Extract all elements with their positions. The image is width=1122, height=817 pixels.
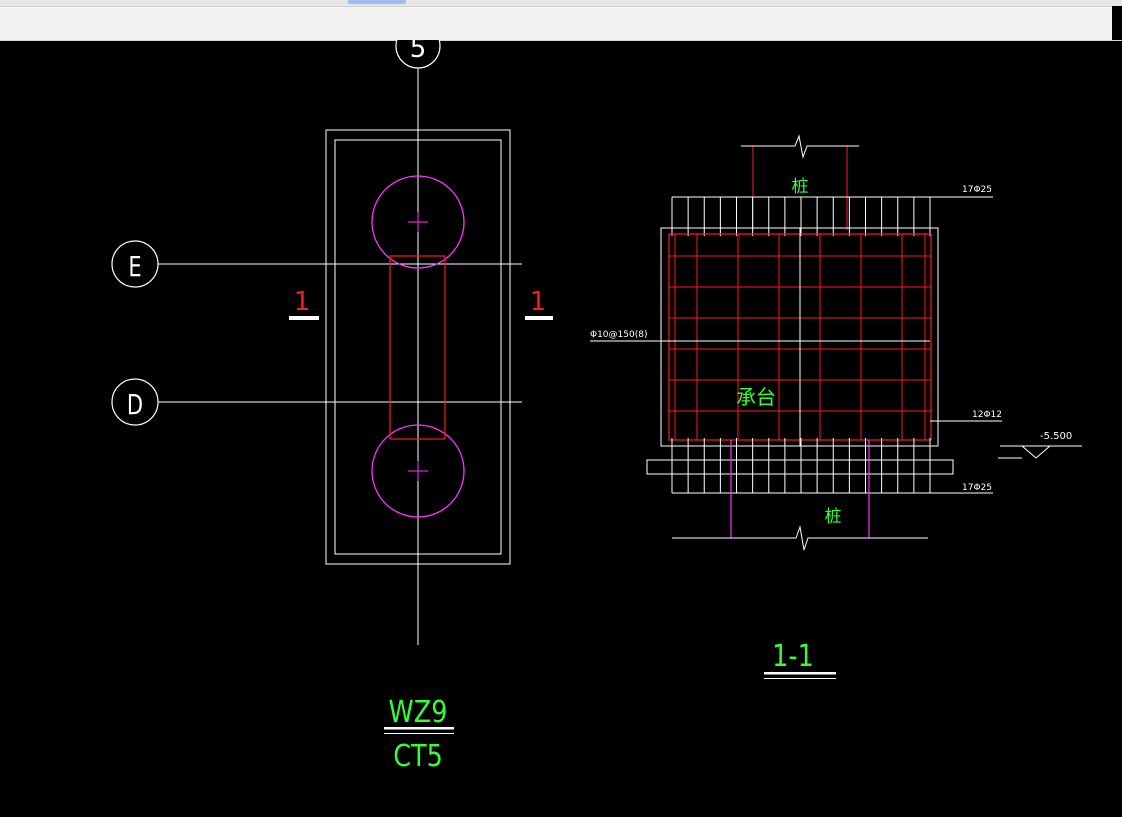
section-mark-left-label: 1 <box>294 287 311 317</box>
section-mark-left-bar <box>289 316 319 320</box>
cap-label: 承台 <box>736 385 776 409</box>
grid-label-e: E <box>128 250 141 283</box>
pile-top-label: 桩 <box>792 177 809 197</box>
grid-label-5: 5 <box>410 40 427 64</box>
plan-title-bottom: CT5 <box>393 738 443 774</box>
plan-title-underline-2 <box>384 733 454 734</box>
section-title: 1-1 <box>772 638 814 674</box>
break-line-bottom <box>672 525 928 551</box>
pile-bottom-label: 桩 <box>825 507 842 527</box>
tab-strip <box>0 0 1122 7</box>
elevation-triangle-icon <box>1020 445 1052 459</box>
grid-label-d: D <box>127 388 143 421</box>
side-bars-label: 12Φ12 <box>972 410 1002 420</box>
drawing-edge <box>1112 6 1122 40</box>
break-line-top <box>741 134 859 159</box>
cad-drawing-canvas[interactable]: 5 E D 1 1 WZ9 CT5 桩 桩 承台 17Φ25 Φ10@150(8… <box>0 40 1122 817</box>
top-dowel-bars <box>671 197 931 236</box>
elevation-label: -5.500 <box>1040 431 1072 442</box>
app-toolbar <box>0 0 1122 41</box>
bottom-bars-label: 17Φ25 <box>962 483 992 493</box>
plan-title-top: WZ9 <box>389 694 448 730</box>
section-title-underline-2 <box>764 678 836 679</box>
section-mark-right-bar <box>525 316 553 320</box>
stirrup-label: Φ10@150(8) <box>590 330 647 340</box>
plan-title-underline-1 <box>384 727 454 730</box>
section-title-underline-1 <box>764 672 836 675</box>
top-bars-label: 17Φ25 <box>962 185 992 195</box>
plan-view: 5 E D 1 1 WZ9 CT5 <box>111 40 553 774</box>
section-view: 桩 桩 承台 17Φ25 Φ10@150(8) 12Φ12 17Φ25 -5.5… <box>590 134 1082 679</box>
section-mark-right-label: 1 <box>530 287 547 317</box>
active-tab-indicator[interactable] <box>348 0 406 4</box>
blinding-layer <box>646 459 954 475</box>
